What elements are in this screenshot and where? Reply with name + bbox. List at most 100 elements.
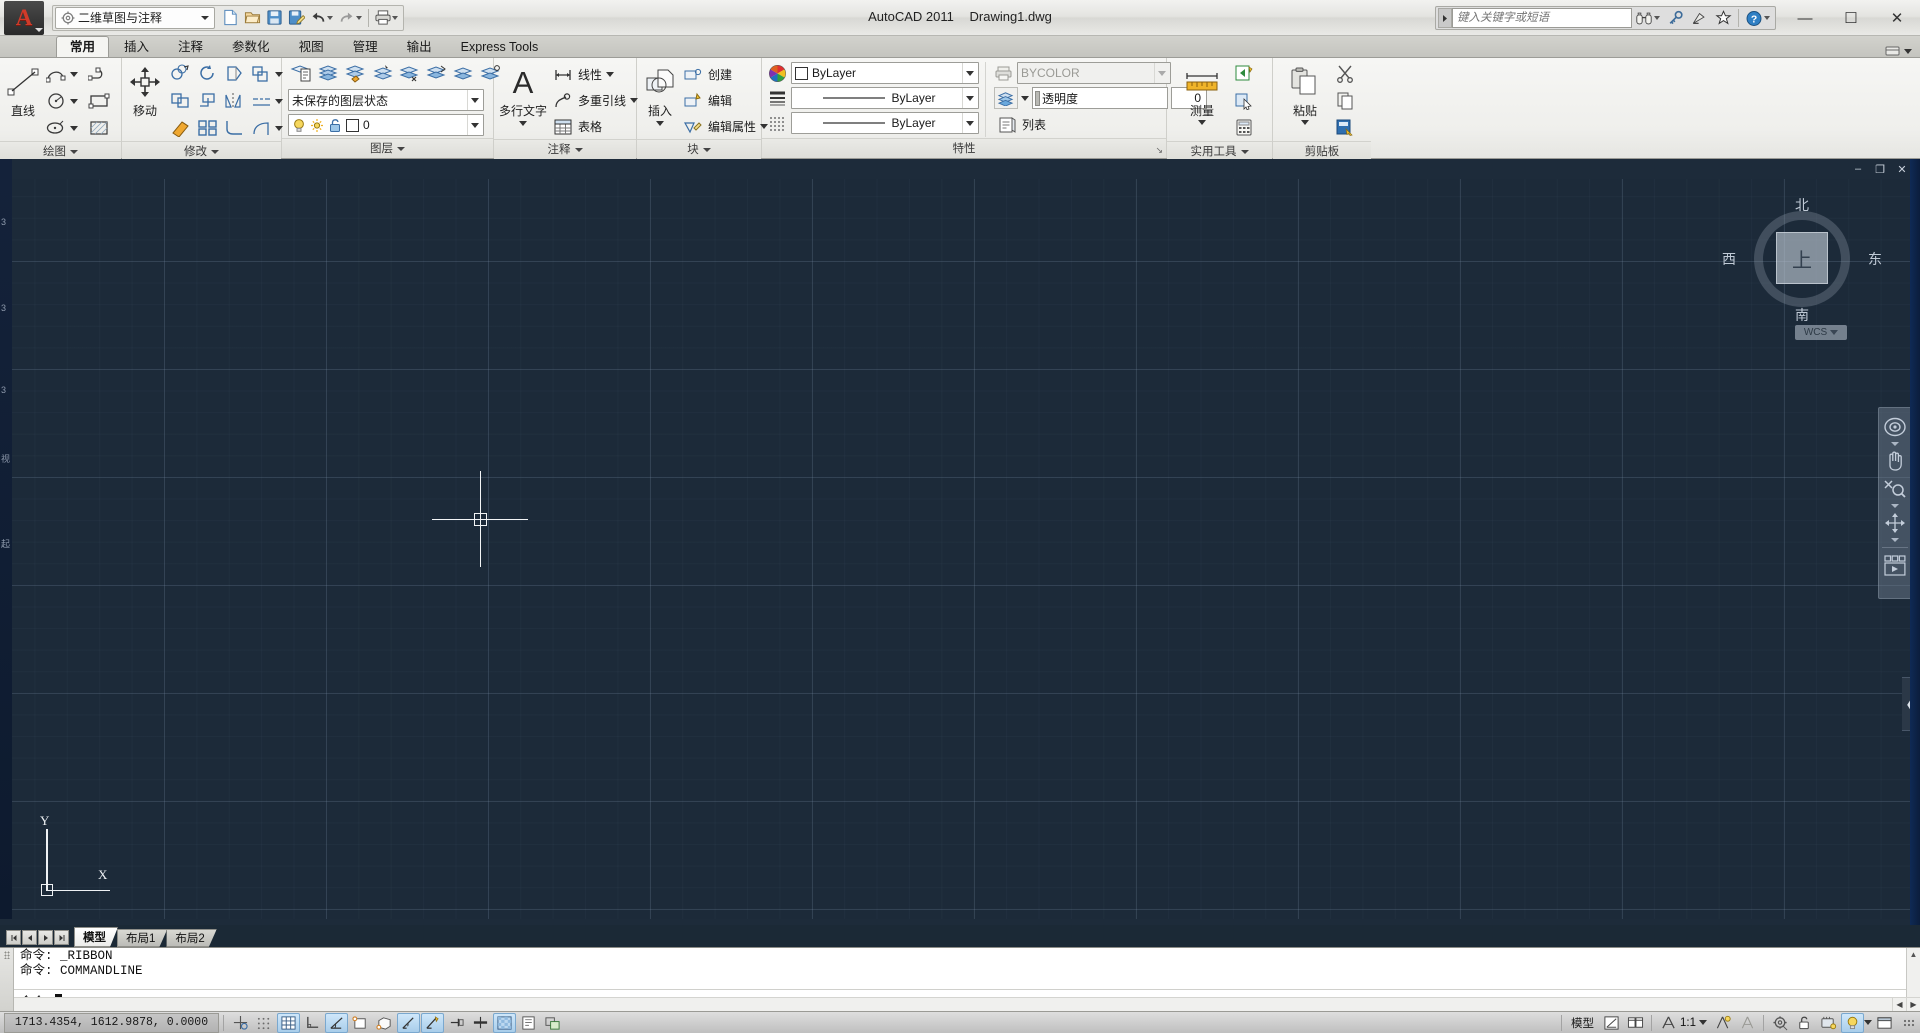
tab-home[interactable]: 常用 xyxy=(56,36,110,57)
paste-special-button[interactable] xyxy=(1332,115,1358,140)
search-dropdown-icon[interactable] xyxy=(1654,16,1660,20)
exchange-button[interactable] xyxy=(1687,7,1711,29)
showmotion-button[interactable] xyxy=(1881,553,1909,579)
help-dropdown-icon[interactable] xyxy=(1764,16,1770,20)
table-button[interactable]: 表格 xyxy=(550,114,643,139)
layer-unisolate-button[interactable] xyxy=(369,61,395,86)
object-snap-toggle[interactable] xyxy=(349,1013,372,1033)
transparency-slider-handle[interactable] xyxy=(1035,90,1040,106)
save-as-button[interactable] xyxy=(285,7,307,29)
workspace-selector[interactable]: 二维草图与注释 xyxy=(55,6,215,29)
chevron-down-icon[interactable] xyxy=(606,72,615,77)
minimize-window-button[interactable]: — xyxy=(1782,3,1828,33)
annotation-autoscale-toggle[interactable] xyxy=(1736,1013,1759,1033)
linetype-combo[interactable]: ByLayer xyxy=(791,87,979,109)
plot-button[interactable] xyxy=(372,7,394,29)
layer-isolate-button[interactable] xyxy=(342,61,368,86)
chevron-down-icon[interactable] xyxy=(1021,95,1029,101)
ellipse-button[interactable] xyxy=(43,116,69,141)
navigation-bar[interactable] xyxy=(1878,407,1912,599)
command-horizontal-scrollbar[interactable]: ◀ ▶ xyxy=(14,997,1920,1011)
chevron-down-icon[interactable] xyxy=(1891,442,1899,446)
scroll-up-icon[interactable]: ▲ xyxy=(1907,948,1920,961)
object-snap-tracking-toggle[interactable] xyxy=(397,1012,420,1033)
redo-button[interactable] xyxy=(336,7,358,29)
mirror-button[interactable] xyxy=(221,88,247,113)
ellipse-dropdown[interactable] xyxy=(69,116,79,141)
polyline-button[interactable] xyxy=(80,61,118,86)
stretch-button[interactable] xyxy=(167,88,193,113)
multileader-button[interactable]: 多重引线 xyxy=(550,88,643,113)
new-file-button[interactable] xyxy=(219,7,241,29)
hatch-button[interactable] xyxy=(80,115,118,140)
clean-screen-button[interactable] xyxy=(1873,1013,1896,1033)
offset-button[interactable] xyxy=(248,89,274,114)
orbit-button[interactable] xyxy=(1881,510,1909,536)
panel-label-block[interactable]: 块 xyxy=(637,139,761,159)
first-layout-button[interactable] xyxy=(6,930,21,945)
properties-dialog-launcher[interactable]: ↘ xyxy=(1155,145,1163,156)
arc-dropdown[interactable] xyxy=(69,62,79,87)
chevron-down-icon[interactable] xyxy=(519,121,527,126)
chevron-down-icon[interactable] xyxy=(1891,504,1899,508)
tab-annotate[interactable]: 注释 xyxy=(164,36,217,57)
transparency-button[interactable] xyxy=(994,87,1018,109)
next-layout-button[interactable] xyxy=(38,930,53,945)
last-layout-button[interactable] xyxy=(54,930,69,945)
status-bar-menu-button[interactable] xyxy=(1897,1013,1920,1033)
steering-wheel-button[interactable] xyxy=(1881,414,1909,440)
layer-previous-button[interactable] xyxy=(450,61,476,86)
coordinate-display[interactable]: 1713.4354, 1612.9878, 0.0000 xyxy=(4,1012,219,1033)
zoom-button[interactable] xyxy=(1881,476,1909,502)
close-window-button[interactable]: ✕ xyxy=(1874,3,1920,33)
layer-off-button[interactable] xyxy=(315,61,341,86)
drawing-close-button[interactable]: ✕ xyxy=(1892,161,1912,177)
cut-button[interactable] xyxy=(1332,61,1358,86)
chevron-down-icon[interactable] xyxy=(1198,120,1206,125)
quick-select-button[interactable] xyxy=(1231,61,1257,86)
isolate-objects-button[interactable] xyxy=(1841,1012,1864,1033)
drawing-restore-button[interactable]: ❐ xyxy=(1870,161,1890,177)
rectangle-button[interactable] xyxy=(80,88,118,113)
layer-properties-button[interactable] xyxy=(288,61,314,86)
arc-button[interactable] xyxy=(43,62,69,87)
properties-list-button[interactable]: 列表 xyxy=(994,112,1084,137)
lock-toolbars-button[interactable] xyxy=(1793,1013,1816,1033)
circle-dropdown[interactable] xyxy=(69,89,79,114)
tab-view[interactable]: 视图 xyxy=(285,36,338,57)
snap-mode-toggle[interactable] xyxy=(253,1013,276,1033)
selection-cycling-toggle[interactable] xyxy=(541,1013,564,1033)
view-cube-top-face[interactable]: 上 xyxy=(1776,232,1828,284)
grid-display-toggle[interactable] xyxy=(277,1012,300,1033)
dimension-linear-button[interactable]: 线性 xyxy=(550,62,643,87)
block-create-button[interactable]: 创建 xyxy=(680,62,773,87)
tab-parametric[interactable]: 参数化 xyxy=(218,36,284,57)
tab-layout1[interactable]: 布局1 xyxy=(117,929,167,947)
annotation-visibility-toggle[interactable] xyxy=(1712,1013,1735,1033)
erase-button[interactable] xyxy=(167,115,193,140)
application-menu-button[interactable]: A xyxy=(4,0,44,35)
trim-button[interactable] xyxy=(221,61,247,86)
quick-view-layouts-button[interactable] xyxy=(1600,1013,1623,1033)
quick-properties-toggle[interactable] xyxy=(517,1013,540,1033)
chevron-down-icon[interactable] xyxy=(656,121,664,126)
dynamic-ucs-toggle[interactable] xyxy=(421,1012,444,1033)
undo-dropdown-icon[interactable] xyxy=(327,15,333,20)
tab-express-tools[interactable]: Express Tools xyxy=(447,36,553,57)
panel-label-properties[interactable]: 特性 xyxy=(762,138,1166,158)
command-line-grip[interactable] xyxy=(0,948,14,1011)
save-file-button[interactable] xyxy=(263,7,285,29)
tab-model[interactable]: 模型 xyxy=(74,927,118,947)
object-color-combo[interactable]: ByLayer xyxy=(791,62,979,84)
sign-in-button[interactable] xyxy=(1663,7,1687,29)
scroll-left-icon[interactable]: ◀ xyxy=(1892,998,1906,1011)
tab-insert[interactable]: 插入 xyxy=(110,36,163,57)
help-button[interactable]: ? xyxy=(1742,7,1766,29)
panel-label-modify[interactable]: 修改 xyxy=(122,141,281,161)
copy-button[interactable] xyxy=(167,61,193,86)
quick-calculator-button[interactable] xyxy=(1231,115,1257,140)
drawing-canvas[interactable]: Y X 上 北 南 西 东 WCS xyxy=(12,179,1920,919)
infer-constraints-toggle[interactable] xyxy=(229,1013,252,1033)
tab-manage[interactable]: 管理 xyxy=(339,36,392,57)
array-button[interactable] xyxy=(194,115,220,140)
